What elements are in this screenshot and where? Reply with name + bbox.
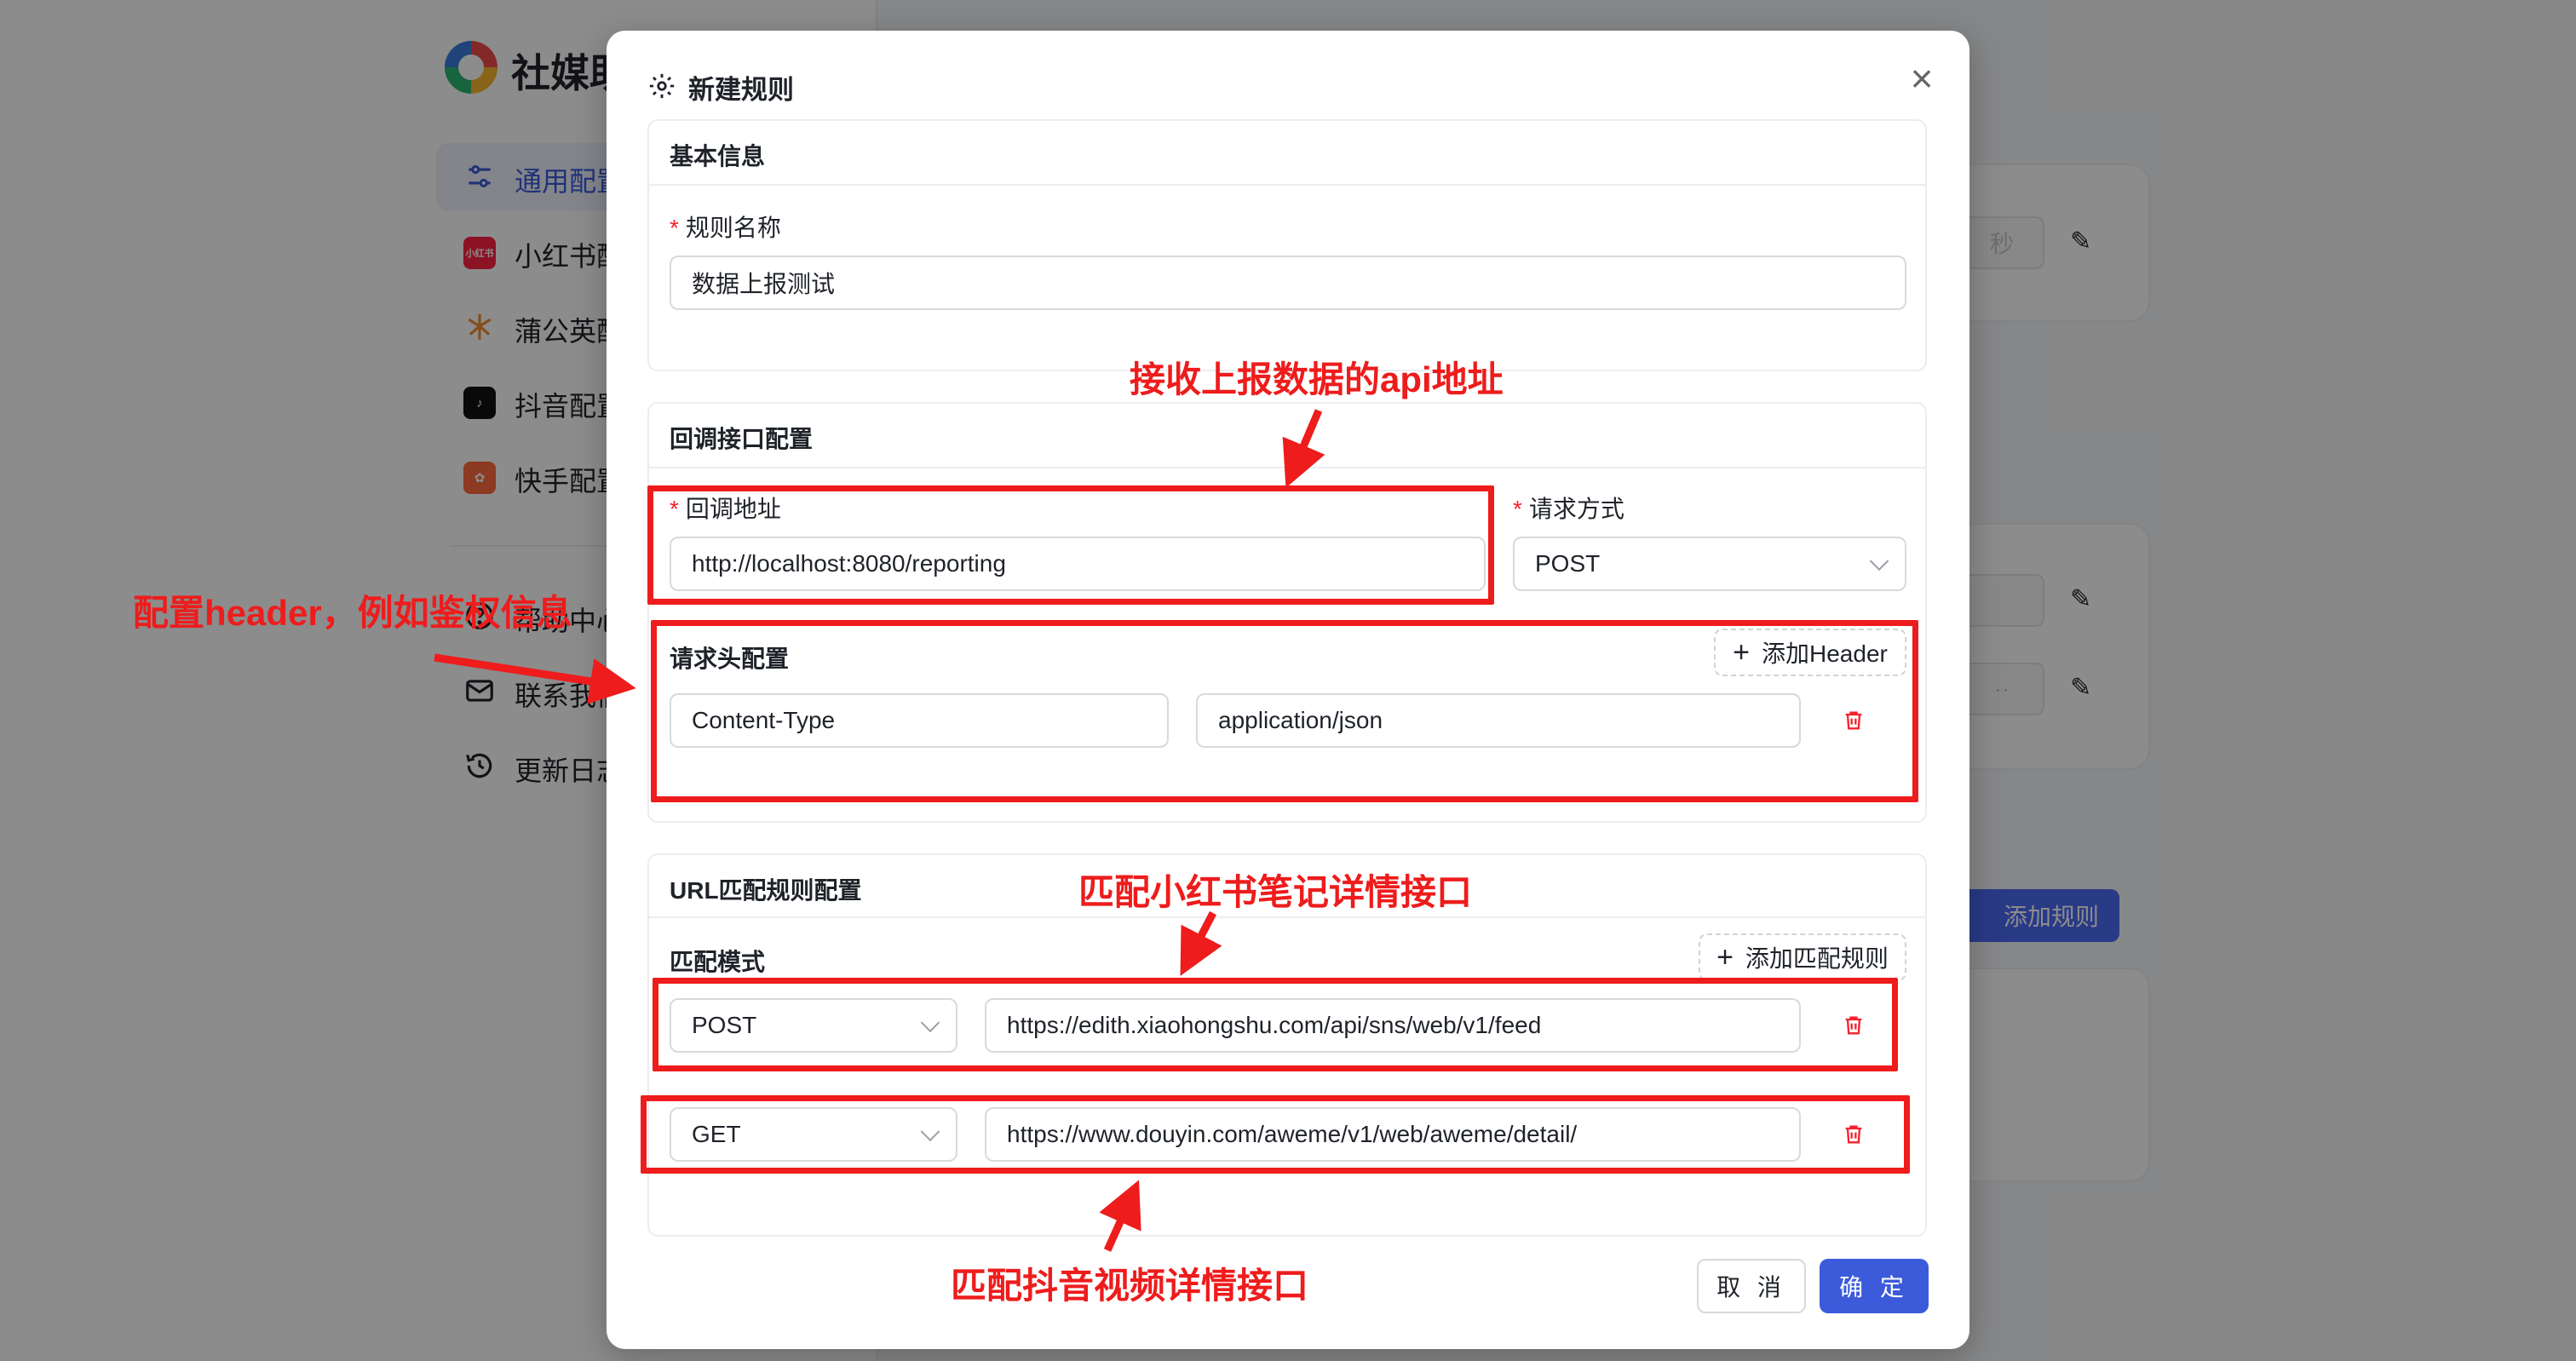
- annotation-arrows: [434, 409, 1325, 1252]
- arrow-xhs: [1180, 910, 1222, 976]
- arrow-douyin: [1099, 1180, 1141, 1252]
- arrow-header: [434, 653, 636, 704]
- arrow-api: [1282, 409, 1325, 488]
